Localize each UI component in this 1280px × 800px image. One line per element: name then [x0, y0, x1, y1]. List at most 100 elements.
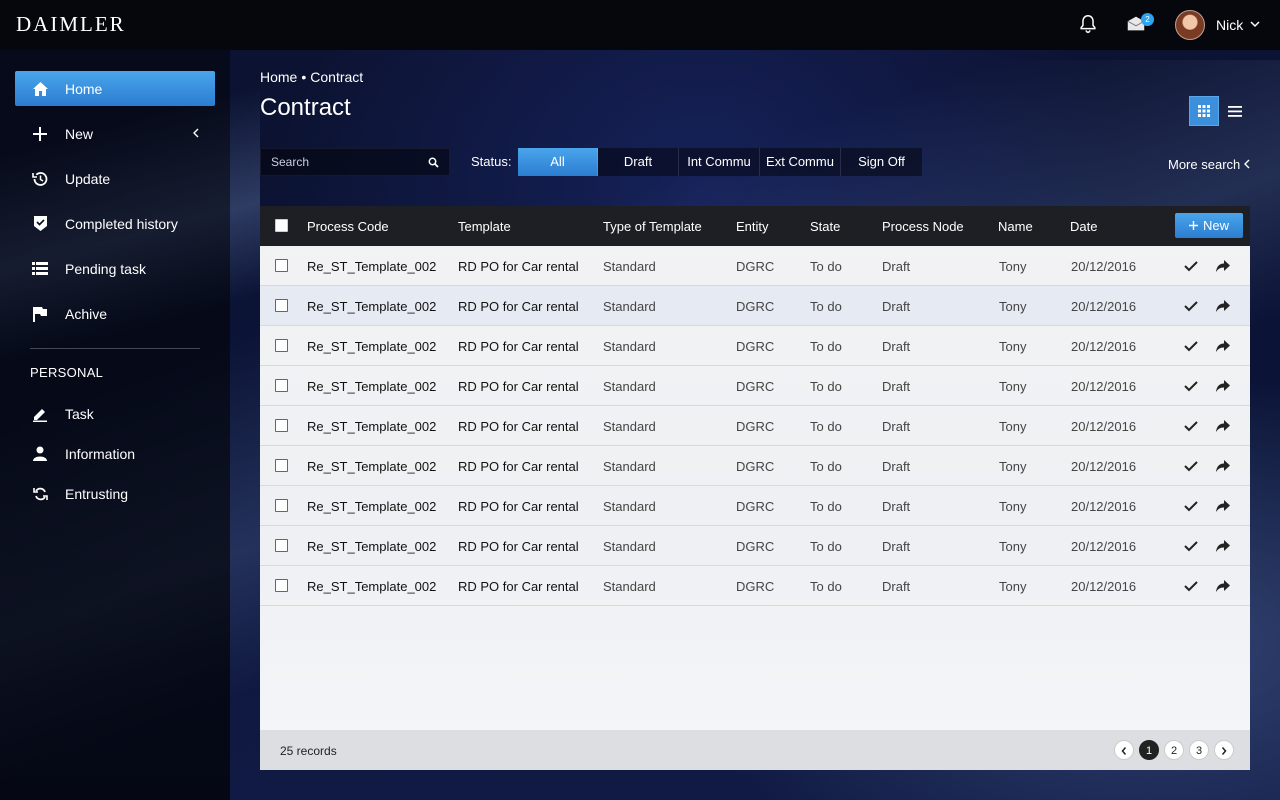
- status-tab-sign-off[interactable]: Sign Off: [841, 148, 922, 176]
- approve-check-icon[interactable]: [1183, 459, 1199, 473]
- breadcrumb-separator: •: [301, 69, 307, 85]
- plus-icon: [31, 125, 49, 143]
- forward-arrow-icon[interactable]: [1215, 379, 1231, 393]
- refresh-icon: [31, 485, 49, 503]
- sidebar-item-entrusting[interactable]: Entrusting: [15, 476, 215, 511]
- cell-state: To do: [810, 459, 842, 474]
- status-filter-tabs: All Draft Int Commu Ext Commu Sign Off: [518, 148, 922, 176]
- chevron-left-icon[interactable]: [192, 128, 200, 138]
- forward-arrow-icon[interactable]: [1215, 259, 1231, 273]
- approve-check-icon[interactable]: [1183, 539, 1199, 553]
- page-button-2[interactable]: 2: [1164, 740, 1184, 760]
- status-tab-ext-commu[interactable]: Ext Commu: [760, 148, 841, 176]
- column-header-date[interactable]: Date: [1070, 219, 1097, 234]
- chevron-left-icon[interactable]: [1243, 159, 1251, 169]
- table-row[interactable]: Re_ST_Template_002 RD PO for Car rental St…: [260, 486, 1250, 526]
- approve-check-icon[interactable]: [1183, 339, 1199, 353]
- sidebar-item-update[interactable]: Update: [15, 161, 215, 196]
- cell-entity: DGRC: [736, 459, 775, 474]
- sidebar-item-task[interactable]: Task: [15, 396, 215, 431]
- table-row[interactable]: Re_ST_Template_002 RD PO for Car rental St…: [260, 246, 1250, 286]
- row-checkbox[interactable]: [275, 579, 288, 592]
- cell-type-of-template: Standard: [603, 339, 656, 354]
- page-button-3[interactable]: 3: [1189, 740, 1209, 760]
- breadcrumb-home[interactable]: Home: [260, 69, 297, 85]
- page-button-1[interactable]: 1: [1139, 740, 1159, 760]
- top-bar: DAIMLER 2 Nick: [0, 0, 1280, 50]
- approve-check-icon[interactable]: [1183, 379, 1199, 393]
- notification-bell-icon[interactable]: [1077, 13, 1099, 35]
- grid-icon: [1198, 105, 1210, 117]
- table-row[interactable]: Re_ST_Template_002 RD PO for Car rental St…: [260, 326, 1250, 366]
- sidebar-section-label: PERSONAL: [30, 365, 104, 380]
- column-header-state[interactable]: State: [810, 219, 840, 234]
- sidebar-item-label: Entrusting: [65, 485, 129, 502]
- row-checkbox[interactable]: [275, 259, 288, 272]
- status-tab-int-commu[interactable]: Int Commu: [679, 148, 760, 176]
- list-view-button[interactable]: [1220, 96, 1250, 126]
- cell-date: 20/12/2016: [1071, 459, 1137, 474]
- new-record-button[interactable]: New: [1175, 213, 1243, 238]
- breadcrumb-current: Contract: [310, 69, 364, 85]
- prev-page-button[interactable]: [1114, 740, 1134, 760]
- table-row[interactable]: Re_ST_Template_002 RD PO for Car rental St…: [260, 406, 1250, 446]
- more-search-link[interactable]: More search: [1168, 157, 1240, 172]
- approve-check-icon[interactable]: [1183, 299, 1199, 313]
- column-header-name[interactable]: Name: [998, 219, 1033, 234]
- chevron-down-icon[interactable]: [1250, 18, 1260, 30]
- forward-arrow-icon[interactable]: [1215, 579, 1231, 593]
- row-checkbox[interactable]: [275, 339, 288, 352]
- cell-type-of-template: Standard: [603, 459, 656, 474]
- forward-arrow-icon[interactable]: [1215, 419, 1231, 433]
- brand-logo[interactable]: DAIMLER: [16, 12, 126, 37]
- row-checkbox[interactable]: [275, 459, 288, 472]
- cell-state: To do: [810, 259, 842, 274]
- forward-arrow-icon[interactable]: [1215, 499, 1231, 513]
- column-header-process-code[interactable]: Process Code: [307, 219, 389, 234]
- approve-check-icon[interactable]: [1183, 259, 1199, 273]
- column-header-type-of-template[interactable]: Type of Template: [603, 219, 702, 234]
- sidebar-item-label: New: [65, 125, 94, 142]
- forward-arrow-icon[interactable]: [1215, 539, 1231, 553]
- table-row[interactable]: Re_ST_Template_002 RD PO for Car rental St…: [260, 566, 1250, 606]
- forward-arrow-icon[interactable]: [1215, 339, 1231, 353]
- search-input[interactable]: [261, 149, 411, 175]
- plus-icon: [1188, 221, 1198, 230]
- row-checkbox[interactable]: [275, 379, 288, 392]
- table-row[interactable]: Re_ST_Template_002 RD PO for Car rental St…: [260, 446, 1250, 486]
- sidebar-item-new[interactable]: New: [15, 116, 215, 151]
- contract-table: Process Code Template Type of Template E…: [260, 206, 1250, 770]
- approve-check-icon[interactable]: [1183, 419, 1199, 433]
- sidebar-item-home[interactable]: Home: [15, 71, 215, 106]
- status-tab-all[interactable]: All: [518, 148, 598, 176]
- forward-arrow-icon[interactable]: [1215, 299, 1231, 313]
- column-header-process-node[interactable]: Process Node: [882, 219, 964, 234]
- select-all-checkbox[interactable]: [275, 219, 288, 232]
- cell-name: Tony: [999, 259, 1027, 274]
- sidebar-item-information[interactable]: Information: [15, 436, 215, 471]
- forward-arrow-icon[interactable]: [1215, 459, 1231, 473]
- row-checkbox[interactable]: [275, 299, 288, 312]
- row-checkbox[interactable]: [275, 539, 288, 552]
- sidebar-item-pending-task[interactable]: Pending task: [15, 251, 215, 286]
- table-row[interactable]: Re_ST_Template_002 RD PO for Car rental St…: [260, 366, 1250, 406]
- column-header-entity[interactable]: Entity: [736, 219, 769, 234]
- avatar[interactable]: [1175, 10, 1205, 40]
- user-name[interactable]: Nick: [1216, 17, 1243, 33]
- row-checkbox[interactable]: [275, 499, 288, 512]
- history-icon: [31, 170, 49, 188]
- grid-view-button[interactable]: [1189, 96, 1219, 126]
- approve-check-icon[interactable]: [1183, 579, 1199, 593]
- search-icon[interactable]: [428, 157, 439, 168]
- new-record-button-label: New: [1202, 218, 1229, 233]
- status-tab-draft[interactable]: Draft: [598, 148, 679, 176]
- sidebar-item-completed-history[interactable]: Completed history: [15, 206, 215, 241]
- row-checkbox[interactable]: [275, 419, 288, 432]
- home-icon: [31, 80, 49, 98]
- table-row[interactable]: Re_ST_Template_002 RD PO for Car rental St…: [260, 526, 1250, 566]
- next-page-button[interactable]: [1214, 740, 1234, 760]
- approve-check-icon[interactable]: [1183, 499, 1199, 513]
- table-row[interactable]: Re_ST_Template_002 RD PO for Car rental St…: [260, 286, 1250, 326]
- column-header-template[interactable]: Template: [458, 219, 511, 234]
- sidebar-item-achive[interactable]: Achive: [15, 296, 215, 331]
